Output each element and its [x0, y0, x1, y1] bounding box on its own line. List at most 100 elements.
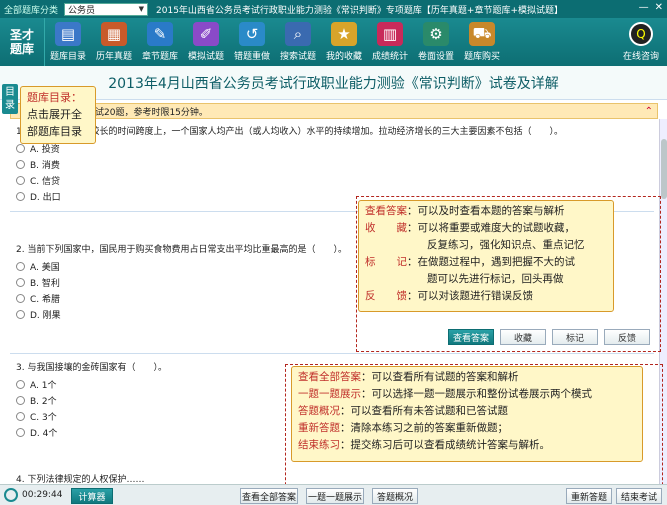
- radio-icon[interactable]: [16, 175, 25, 185]
- past-exams-icon: ▦: [101, 22, 127, 46]
- one-by-one-button[interactable]: 一题一题展示: [306, 488, 364, 504]
- toolbar-label: 模拟试题: [187, 52, 224, 62]
- callout-key: 一题一题展示: [298, 388, 361, 400]
- callout-value: ：可以对该题进行错误反馈: [407, 290, 533, 302]
- qq-icon: Q: [628, 22, 653, 46]
- finish-exam-button[interactable]: 结束考试: [616, 488, 662, 504]
- radio-icon[interactable]: [16, 143, 25, 153]
- minimize-button[interactable]: —: [639, 2, 649, 13]
- callout-line: 结束练习：提交练习后可以查看成绩统计答案与解析。: [298, 437, 636, 454]
- cart-icon: ⛟: [469, 22, 495, 46]
- callout-bottom-tools: 查看全部答案：可以查看所有试题的答案和解析 一题一题展示：可以选择一题一题展示和整…: [291, 366, 643, 462]
- callout-line: 查看答案：可以及时查看本题的答案与解析: [365, 203, 607, 220]
- option-label: D. 4个: [30, 428, 58, 439]
- radio-icon[interactable]: [16, 261, 25, 271]
- option-label: B. 2个: [30, 396, 57, 407]
- mock-exam-icon: ✐: [193, 22, 219, 46]
- callout-line: 收 藏：可以将重要或难度大的试题收藏，: [365, 220, 607, 237]
- radio-icon[interactable]: [16, 293, 25, 303]
- restart-button[interactable]: 重新答题: [566, 488, 612, 504]
- toolbar-label: 卷面设置: [417, 52, 454, 62]
- window-title: 2015年山西省公务员考试行政职业能力测验《常识判断》专项题库【历年真题+章节题…: [156, 5, 564, 16]
- callout-catalog-line: 部题库目录: [27, 125, 82, 138]
- timer-value: 00:29:44: [22, 490, 63, 500]
- radio-icon[interactable]: [16, 411, 25, 421]
- radio-icon[interactable]: [16, 395, 25, 405]
- category-select[interactable]: 公务员 ▼: [64, 2, 149, 16]
- radio-icon[interactable]: [16, 159, 25, 169]
- option-label: D. 刚果: [30, 310, 61, 321]
- toolbar-past-exams-button[interactable]: ▦ 历年真题: [91, 18, 137, 66]
- toolbar-mock-exam-button[interactable]: ✐ 模拟试题: [183, 18, 229, 66]
- callout-value: ：可以将重要或难度大的试题收藏，: [407, 222, 575, 234]
- callout-line: 答题概况：可以查看所有未答试题和已答试题: [298, 403, 636, 420]
- callout-catalog: 题库目录： 点击展开全 部题库目录: [20, 86, 96, 144]
- section-header: 试20题，参考时限15分钟。 ⌃: [10, 103, 658, 119]
- callout-key: 重新答题: [298, 422, 340, 434]
- option-c[interactable]: C. 信贷: [10, 172, 654, 188]
- collapse-icon[interactable]: ⌃: [645, 106, 653, 117]
- option-a[interactable]: A. 投资: [10, 140, 654, 156]
- callout-question-tools: 查看答案：可以及时查看本题的答案与解析收 藏：可以将重要或难度大的试题收藏， 反复…: [358, 200, 614, 312]
- callout-line: 查看全部答案：可以查看所有试题的答案和解析: [298, 369, 636, 386]
- callout-value: ：在做题过程中，遇到把握不大的试: [407, 256, 575, 268]
- logo-line1: 圣才: [9, 28, 34, 42]
- close-button[interactable]: ✕: [655, 2, 663, 13]
- callout-value: ：可以及时查看本题的答案与解析: [407, 205, 565, 217]
- toolbar-chapters-button[interactable]: ✎ 章节题库: [137, 18, 183, 66]
- toolbar-label: 搜索试题: [279, 52, 316, 62]
- toolbar-label: 题库购买: [463, 52, 500, 62]
- toolbar-favorites-button[interactable]: ★ 我的收藏: [321, 18, 367, 66]
- callout-catalog-line: 点击展开全: [27, 108, 82, 121]
- favorites-icon: ★: [331, 22, 357, 46]
- category-select-value: 公务员: [68, 5, 96, 16]
- option-label: C. 3个: [30, 412, 57, 423]
- answer-overview-button[interactable]: 答题概况: [372, 488, 418, 504]
- online-consult-button[interactable]: Q 在线咨询: [623, 22, 659, 62]
- option-b[interactable]: B. 消费: [10, 156, 654, 172]
- callout-line: 一题一题展示：可以选择一题一题展示和整份试卷展示两个模式: [298, 386, 636, 403]
- redo-mistakes-icon: ↺: [239, 22, 265, 46]
- callout-line: 题可以先进行标记，回头再做: [365, 271, 607, 288]
- option-label: B. 消费: [30, 160, 60, 171]
- callout-key: 答题概况: [298, 405, 340, 417]
- toolbar-search-button[interactable]: ⌕ 搜索试题: [275, 18, 321, 66]
- toolbar-settings-button[interactable]: ⚙ 卷面设置: [413, 18, 459, 66]
- toolbar-redo-mistakes-button[interactable]: ↺ 错题重做: [229, 18, 275, 66]
- callout-key: 查看答案: [365, 205, 407, 217]
- view-all-answers-button[interactable]: 查看全部答案: [240, 488, 298, 504]
- toolbar-label: 我的收藏: [325, 52, 362, 62]
- toolbar-cart-button[interactable]: ⛟ 题库购买: [459, 18, 505, 66]
- toolbar-label: 错题重做: [233, 52, 270, 62]
- online-consult-label: 在线咨询: [622, 52, 659, 62]
- page-title: 2013年4月山西省公务员考试行政职业能力测验《常识判断》试卷及详解: [0, 66, 667, 100]
- callout-key: 标 记: [365, 256, 407, 268]
- stats-icon: ▥: [377, 22, 403, 46]
- radio-icon[interactable]: [16, 277, 25, 287]
- catalog-side-tab[interactable]: 目录: [2, 84, 18, 114]
- callout-value: ：可以查看所有未答试题和已答试题: [340, 405, 508, 417]
- option-label: D. 出口: [30, 192, 61, 203]
- option-label: B. 智利: [30, 278, 60, 289]
- radio-icon[interactable]: [16, 379, 25, 389]
- alarm-clock-icon: [4, 488, 18, 502]
- option-label: C. 信贷: [30, 176, 61, 187]
- bottom-bar: 00:29:44 计算器 查看全部答案 一题一题展示 答题概况 重新答题 结束考…: [0, 484, 667, 505]
- chevron-down-icon: ▼: [138, 5, 145, 13]
- callout-key: 结束练习: [298, 439, 340, 451]
- radio-icon[interactable]: [16, 191, 25, 201]
- scrollbar-thumb[interactable]: [661, 139, 667, 199]
- radio-icon[interactable]: [16, 309, 25, 319]
- option-label: A. 美国: [30, 262, 60, 273]
- category-label: 全部题库分类: [4, 5, 59, 16]
- callout-value: ：可以查看所有试题的答案和解析: [361, 371, 519, 383]
- logo-line2: 题库: [9, 42, 34, 56]
- option-label: C. 希腊: [30, 294, 61, 305]
- calculator-button[interactable]: 计算器: [71, 488, 113, 504]
- radio-icon[interactable]: [16, 427, 25, 437]
- callout-key: 收 藏: [365, 222, 407, 234]
- callout-catalog-title: 题库目录：: [27, 91, 82, 104]
- toolbar-stats-button[interactable]: ▥ 成绩统计: [367, 18, 413, 66]
- toolbar-label: 历年真题: [95, 52, 132, 62]
- toolbar-catalog-button[interactable]: ▤ 题库目录: [45, 18, 91, 66]
